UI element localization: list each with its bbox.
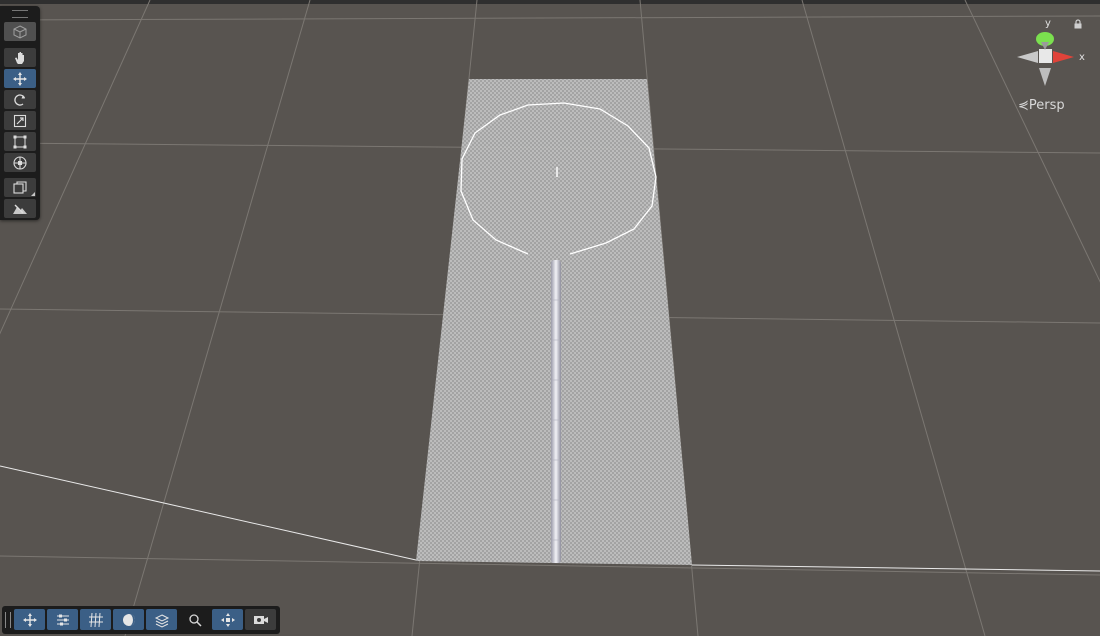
neg-z-axis-cone[interactable]	[1041, 42, 1049, 50]
move-arrows-icon	[13, 71, 27, 86]
custom-tool-icon	[13, 180, 27, 194]
cube-icon	[13, 24, 27, 39]
grid-icon	[88, 612, 103, 627]
shading-overlay-button[interactable]	[113, 609, 144, 630]
gizmo-x-label: x	[1079, 52, 1085, 63]
hand-icon	[15, 51, 24, 64]
transform-tool-button[interactable]	[4, 153, 36, 172]
transform-icon	[13, 155, 27, 170]
terrain-icon	[13, 204, 27, 214]
toolbar-grip[interactable]	[5, 612, 11, 628]
rect-icon	[13, 135, 27, 148]
tools-panel	[0, 6, 40, 220]
move-tool-button[interactable]	[4, 69, 36, 88]
camera-overlay-button[interactable]	[245, 609, 276, 630]
scene-viewport[interactable]: y x ⋞Persp	[0, 0, 1100, 636]
layers-overlay-button[interactable]	[146, 609, 177, 630]
neg-x-axis-cone[interactable]	[1017, 51, 1038, 63]
lock-icon[interactable]	[1073, 19, 1083, 29]
orientation-button[interactable]	[4, 22, 36, 41]
overlay-toolbar	[2, 606, 280, 634]
x-axis-cone[interactable]	[1053, 51, 1074, 63]
sliders-icon	[56, 614, 69, 625]
navigation-overlay-button[interactable]	[212, 609, 243, 630]
scene-canvas[interactable]	[0, 0, 1100, 636]
rotate-tool-button[interactable]	[4, 90, 36, 109]
rotate-icon	[14, 93, 26, 106]
scale-icon	[13, 114, 27, 127]
terrain-tool-button[interactable]	[4, 199, 36, 218]
search-icon	[188, 613, 202, 627]
projection-label: Persp	[1028, 98, 1065, 113]
navigation-icon	[220, 612, 235, 627]
gizmo-center-cube[interactable]	[1039, 49, 1052, 63]
move-overlay-button[interactable]	[14, 609, 45, 630]
gizmo-y-label: y	[1045, 18, 1051, 29]
shading-icon	[122, 613, 135, 626]
scale-tool-button[interactable]	[4, 111, 36, 130]
sliders-overlay-button[interactable]	[47, 609, 78, 630]
move-arrows-icon	[22, 612, 37, 627]
custom-tool-button[interactable]	[4, 178, 36, 197]
panel-drag-handle[interactable]	[12, 10, 28, 18]
view-tool-button[interactable]	[4, 48, 36, 67]
rect-tool-button[interactable]	[4, 132, 36, 151]
grid-overlay-button[interactable]	[80, 609, 111, 630]
camera-icon	[253, 615, 268, 624]
persp-arrow-icon: ⋞	[1018, 98, 1029, 113]
layers-icon	[154, 613, 169, 628]
orientation-gizmo[interactable]: y x	[1012, 14, 1098, 94]
search-overlay-button[interactable]	[179, 609, 210, 630]
dropdown-corner-icon	[31, 192, 35, 196]
neg-y-axis-cone[interactable]	[1039, 68, 1051, 86]
projection-toggle[interactable]: ⋞Persp	[1018, 98, 1065, 113]
pole-object[interactable]	[551, 260, 561, 563]
